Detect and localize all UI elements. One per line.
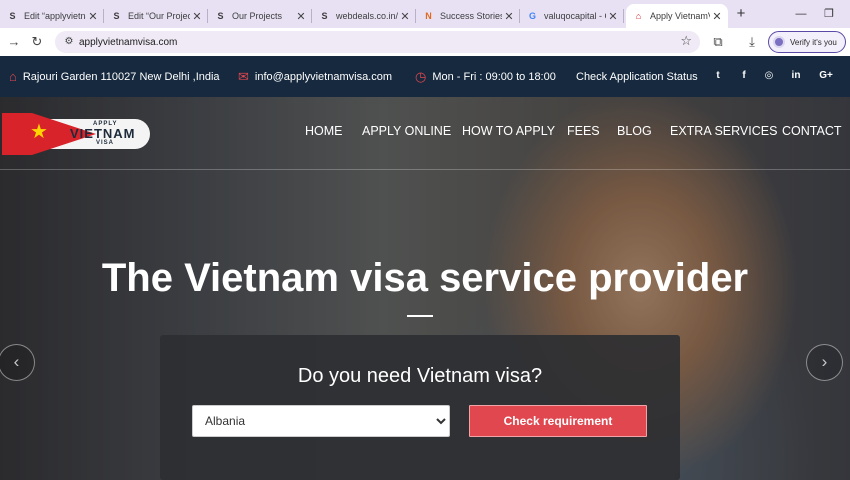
instagram-icon[interactable]: ◎	[762, 70, 776, 81]
twitter-icon[interactable]: t	[711, 70, 725, 81]
tab-title: Edit “Our Projects	[128, 11, 190, 21]
tab-favicon-icon: S	[113, 11, 120, 21]
clock-icon: ◷	[415, 68, 427, 84]
browser-tab-strip: S Edit “applyvietna ✕ S Edit “Our Projec…	[0, 0, 850, 28]
header-divider	[0, 169, 850, 170]
tab-favicon-icon: ⌂	[635, 11, 642, 21]
tab-favicon-icon: G	[528, 11, 536, 21]
email-link[interactable]: info@applyvietnamvisa.com	[255, 71, 392, 83]
nav-apply-online[interactable]: APPLY ONLINE	[362, 124, 451, 140]
nav-blog[interactable]: BLOG	[617, 124, 652, 140]
browser-toolbar: → ↻ ⚙ ☆ ⧉ ⤓ Verify it's you	[0, 28, 850, 56]
tab-favicon-icon: S	[321, 11, 328, 21]
browser-tab[interactable]: G valuqocapital - C ✕	[520, 4, 624, 28]
logo-star-icon: ★	[30, 121, 48, 143]
bookmark-star-icon[interactable]: ☆	[680, 33, 692, 49]
nav-home[interactable]: HOME	[305, 124, 343, 140]
address-bar[interactable]: ⚙ ☆	[55, 31, 700, 53]
browser-tab[interactable]: N Success Stories ✕	[416, 4, 520, 28]
linkedin-icon[interactable]: in	[789, 70, 803, 81]
tab-separator	[623, 9, 624, 23]
carousel-next-button[interactable]: ›	[806, 344, 843, 381]
visa-check-panel: Do you need Vietnam visa? Albania Check …	[160, 335, 680, 480]
close-icon[interactable]: ✕	[398, 10, 412, 23]
country-select[interactable]: Albania	[192, 405, 450, 437]
nav-how-to-apply[interactable]: HOW TO APPLY	[462, 124, 555, 140]
check-status-link[interactable]: Check Application Status	[576, 56, 698, 97]
browser-tab[interactable]: S Our Projects ✕	[208, 4, 312, 28]
new-tab-icon[interactable]: +	[733, 4, 749, 24]
headline-underline	[407, 315, 433, 317]
close-icon[interactable]: ✕	[606, 10, 620, 23]
download-icon[interactable]: ⤓	[743, 33, 761, 51]
close-icon[interactable]: ✕	[502, 10, 516, 23]
browser-tab[interactable]: S Edit “applyvietna ✕	[0, 4, 104, 28]
browser-tab-active[interactable]: ⌂ Apply VietnamVi ✕	[626, 4, 728, 28]
site-info-icon[interactable]: ⚙	[61, 34, 77, 50]
nav-contact[interactable]: CONTACT	[782, 124, 842, 140]
forward-icon[interactable]: →	[5, 33, 23, 51]
tab-title: webdeals.co.in/p	[336, 11, 398, 21]
hero-section: ★ APPLY VIETNAM VISA HOME APPLY ONLINE H…	[0, 97, 850, 480]
verify-profile-button[interactable]: Verify it's you	[768, 31, 846, 53]
close-icon[interactable]: ✕	[190, 10, 204, 23]
check-status-text[interactable]: Check Application Status	[576, 71, 698, 83]
minimize-icon[interactable]: —	[788, 4, 814, 24]
tab-favicon-icon: N	[425, 11, 432, 21]
tab-title: Our Projects	[232, 11, 283, 21]
hours-info: ◷ Mon - Fri : 09:00 to 18:00	[415, 56, 556, 97]
logo-red-band	[2, 113, 32, 155]
tab-title: Success Stories	[440, 11, 502, 21]
logo-text-visa: VISA	[96, 140, 115, 146]
address-info: ⌂ Rajouri Garden 110027 New Delhi ,India	[9, 56, 220, 97]
tab-favicon-icon: S	[217, 11, 224, 21]
site-logo[interactable]: ★ APPLY VIETNAM VISA	[2, 113, 150, 155]
site-info-bar: ⌂ Rajouri Garden 110027 New Delhi ,India…	[0, 56, 850, 97]
nav-extra-services[interactable]: EXTRA SERVICES	[670, 124, 777, 140]
restore-icon[interactable]: ❐	[816, 4, 842, 24]
url-input[interactable]	[79, 34, 639, 50]
reload-icon[interactable]: ↻	[28, 33, 46, 51]
logo-text-vietnam: VIETNAM	[70, 126, 136, 141]
browser-tab[interactable]: S webdeals.co.in/p ✕	[312, 4, 416, 28]
check-requirement-button[interactable]: Check requirement	[469, 405, 647, 437]
tab-title: Edit “applyvietna	[24, 11, 86, 21]
hero-headline: The Vietnam visa service provider	[101, 256, 749, 300]
tab-favicon-icon: S	[9, 11, 16, 21]
browser-tab[interactable]: S Edit “Our Projects ✕	[104, 4, 208, 28]
envelope-icon: ✉	[238, 68, 249, 84]
close-icon[interactable]: ✕	[710, 10, 724, 23]
tab-title: valuqocapital - C	[544, 11, 606, 21]
close-icon[interactable]: ✕	[294, 10, 308, 23]
tab-title: Apply VietnamVi	[650, 11, 710, 21]
hours-text: Mon - Fri : 09:00 to 18:00	[432, 70, 556, 83]
visa-question: Do you need Vietnam visa?	[297, 365, 543, 387]
profile-icon	[773, 36, 785, 48]
close-icon[interactable]: ✕	[86, 10, 100, 23]
verify-label: Verify it's you	[790, 37, 837, 47]
google-plus-icon[interactable]: G+	[817, 70, 835, 81]
address-text: Rajouri Garden 110027 New Delhi ,India	[22, 70, 220, 83]
nav-fees[interactable]: FEES	[567, 124, 600, 140]
email-info[interactable]: ✉ info@applyvietnamvisa.com	[238, 56, 392, 97]
facebook-icon[interactable]: f	[737, 70, 751, 81]
extensions-icon[interactable]: ⧉	[709, 33, 727, 51]
home-icon: ⌂	[9, 69, 17, 84]
